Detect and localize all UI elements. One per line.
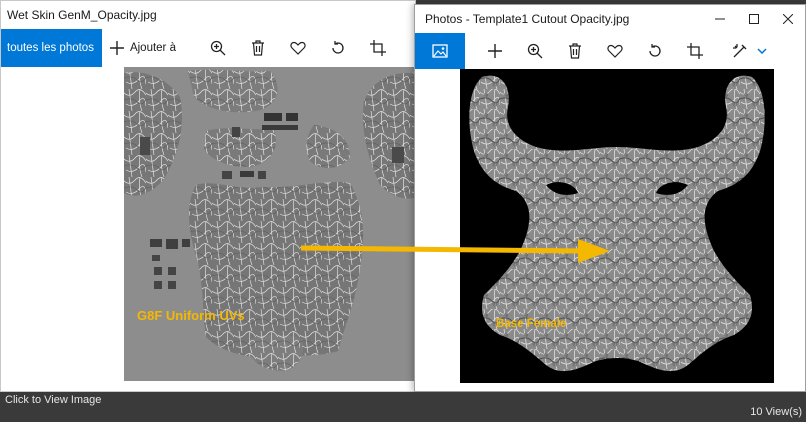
front-photos-window[interactable]: Photos - Template1 Cutout Opacity.jpg — [414, 4, 806, 392]
back-rotate-button[interactable] — [318, 29, 358, 67]
delete-icon — [251, 40, 264, 56]
maximize-button[interactable] — [737, 5, 771, 33]
back-delete-button[interactable] — [238, 29, 278, 67]
edit-menu-dropdown[interactable] — [755, 32, 769, 70]
front-rotate-button[interactable] — [635, 32, 675, 70]
back-window-title: Wet Skin GenM_Opacity.jpg — [7, 8, 157, 22]
front-window-toolbar — [415, 33, 805, 69]
zoom-in-icon — [527, 43, 543, 59]
template-cutout-graphic — [460, 69, 774, 383]
view-photo-button[interactable] — [415, 33, 465, 69]
template-cutout-image[interactable] — [460, 69, 774, 383]
edit-icon — [733, 44, 747, 58]
front-zoom-button[interactable] — [515, 32, 555, 70]
zoom-in-icon — [210, 40, 226, 56]
back-favorite-button[interactable] — [278, 29, 318, 67]
view-count: 10 View(s) — [750, 406, 802, 418]
rotate-icon — [649, 44, 661, 57]
chevron-down-icon — [757, 48, 767, 54]
front-crop-button[interactable] — [675, 32, 715, 70]
back-crop-button[interactable] — [358, 29, 398, 67]
minimize-icon — [715, 18, 725, 20]
add-to-label: Ajouter à — [129, 42, 176, 54]
heart-icon — [290, 41, 306, 55]
minimize-button[interactable] — [703, 5, 737, 33]
crop-icon — [369, 40, 386, 56]
back-photos-window[interactable]: Wet Skin GenM_Opacity.jpg toutes les pho… — [0, 0, 416, 392]
front-add-button[interactable] — [475, 32, 515, 70]
status-bar: Click to View Image 10 View(s) — [0, 392, 806, 422]
close-button[interactable] — [771, 5, 805, 33]
click-to-view-link[interactable]: Click to View Image — [5, 394, 101, 406]
front-edit-button[interactable] — [725, 32, 755, 70]
front-window-title: Photos - Template1 Cutout Opacity.jpg — [425, 12, 630, 26]
uv-texture-image[interactable] — [124, 67, 415, 381]
back-zoom-button[interactable] — [198, 29, 238, 67]
crop-icon — [687, 43, 703, 59]
front-delete-button[interactable] — [555, 32, 595, 70]
front-favorite-button[interactable] — [595, 32, 635, 70]
back-window-toolbar: toutes les photos Ajouter à — [1, 29, 415, 67]
rotate-icon — [332, 41, 344, 54]
all-photos-label: toutes les photos — [7, 42, 94, 54]
add-to-button[interactable]: Ajouter à — [109, 41, 176, 55]
plus-icon — [488, 44, 502, 58]
uv-texture-graphic — [124, 67, 415, 381]
all-photos-button[interactable]: toutes les photos — [1, 29, 102, 67]
close-icon — [783, 14, 793, 24]
window-controls — [703, 5, 805, 33]
front-window-titlebar[interactable]: Photos - Template1 Cutout Opacity.jpg — [415, 5, 805, 33]
plus-icon — [109, 41, 124, 55]
picture-icon — [432, 44, 448, 58]
maximize-icon — [749, 14, 759, 24]
delete-icon — [569, 43, 581, 59]
back-window-titlebar[interactable]: Wet Skin GenM_Opacity.jpg — [1, 1, 415, 29]
heart-icon — [607, 44, 623, 58]
